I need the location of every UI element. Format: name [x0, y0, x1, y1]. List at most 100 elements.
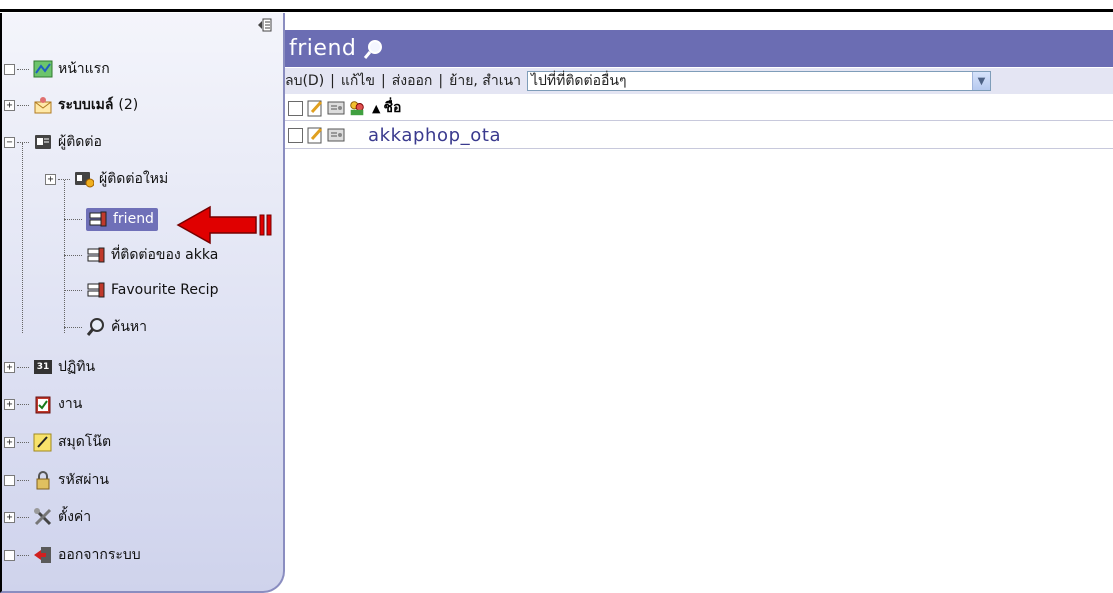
move-copy-link[interactable]: ย้าย, สำเนา [449, 70, 521, 92]
main-pane: friend ลบ(D) | แก้ไข | ส่งออก | ย้าย, สำ… [285, 30, 1113, 593]
toolbar: ลบ(D) | แก้ไข | ส่งออก | ย้าย, สำเนา ไปท… [285, 68, 1113, 94]
sidebar-item-label: สมุดโน๊ต [58, 434, 112, 450]
sidebar-item-mail[interactable]: + ระบบเมล์ (2) [4, 93, 138, 117]
sidebar-item-label: หน้าแรก [58, 61, 110, 77]
lock-icon [33, 470, 53, 490]
sidebar-item-label: ผู้ติดต่อ [58, 134, 102, 150]
page-title: friend [289, 36, 357, 61]
top-border [0, 0, 1113, 12]
home-map-icon [33, 59, 53, 79]
sidebar: หน้าแรก + ระบบเมล์ (2) − ผู้ติดต่อ + ผู้… [0, 13, 285, 593]
tree-line [22, 143, 23, 333]
sidebar-item-label: รหัสผ่าน [58, 472, 109, 488]
name-column-header[interactable]: ชื่อ [383, 97, 401, 119]
select-all-checkbox[interactable] [288, 100, 303, 116]
row-checkbox[interactable] [288, 127, 303, 143]
tasks-icon [33, 394, 53, 414]
address-book-icon [86, 245, 106, 265]
tree-connector [64, 254, 82, 256]
expand-icon[interactable]: + [4, 398, 15, 410]
notes-icon [33, 432, 53, 452]
sidebar-item-logout[interactable]: ออกจากระบบ [4, 543, 141, 567]
tree-connector [17, 516, 29, 518]
expand-icon[interactable]: + [4, 436, 15, 448]
table-header: ▲ ชื่อ [285, 96, 1113, 121]
address-book-icon [88, 209, 108, 229]
app-window: หน้าแรก + ระบบเมล์ (2) − ผู้ติดต่อ + ผู้… [0, 0, 1113, 593]
edit-link[interactable]: แก้ไข [341, 70, 375, 92]
sidebar-item-favourite[interactable]: Favourite Recip [64, 278, 218, 302]
tree-connector [17, 366, 29, 368]
table-row[interactable]: akkaphop_ota [285, 122, 1113, 149]
contacts-group-icon[interactable] [348, 99, 366, 117]
sidebar-item-password[interactable]: รหัสผ่าน [4, 468, 109, 492]
sidebar-item-label: ออกจากระบบ [58, 547, 141, 563]
sidebar-item-home[interactable]: หน้าแรก [4, 57, 110, 81]
tree-connector [17, 141, 29, 143]
collapse-pane-icon[interactable] [256, 17, 274, 35]
tree-connector [17, 68, 29, 70]
expand-icon[interactable]: + [45, 173, 56, 185]
tree-connector [64, 218, 82, 220]
separator: | [381, 73, 386, 89]
chevron-down-icon[interactable]: ▼ [971, 72, 990, 90]
folder-title-bar: friend [285, 30, 1113, 67]
tree-connector [58, 178, 70, 180]
sidebar-item-label: Favourite Recip [111, 282, 219, 298]
vcard-icon[interactable] [327, 99, 345, 117]
calendar-day: 31 [34, 360, 52, 374]
sidebar-item-akka-contacts[interactable]: ที่ติดต่อของ akka [64, 243, 218, 267]
export-link[interactable]: ส่งออก [392, 70, 433, 92]
search-icon[interactable] [362, 38, 384, 60]
tree-connector [64, 289, 82, 291]
new-contact-icon [74, 169, 94, 189]
sidebar-item-notes[interactable]: + สมุดโน๊ต [4, 430, 111, 454]
sidebar-item-label: ตั้งค่า [58, 509, 92, 525]
sidebar-item-label: งาน [58, 396, 83, 412]
vcard-icon[interactable] [327, 126, 345, 144]
address-book-icon [86, 280, 106, 300]
separator: | [330, 73, 335, 89]
sidebar-item-label: ผู้ติดต่อใหม่ [99, 171, 169, 187]
collapse-box [4, 549, 15, 561]
sidebar-item-new-contact[interactable]: + ผู้ติดต่อใหม่ [45, 167, 168, 191]
sidebar-item-label: friend [113, 210, 154, 227]
sidebar-item-calendar[interactable]: + 31 ปฏิทิน [4, 355, 95, 379]
expand-icon[interactable]: + [4, 99, 15, 111]
tree-connector [17, 479, 29, 481]
edit-icon[interactable] [306, 99, 324, 117]
edit-icon[interactable] [306, 126, 324, 144]
sidebar-item-friend[interactable]: friend [64, 207, 158, 231]
tree-connector [17, 403, 29, 405]
expand-icon[interactable]: + [4, 511, 15, 523]
contacts-icon [33, 132, 53, 152]
sidebar-item-label: ระบบเมล์ [58, 97, 114, 113]
tree-connector [17, 441, 29, 443]
tree-connector [17, 554, 29, 556]
selected-folder[interactable]: friend [86, 207, 158, 231]
mail-icon [33, 95, 53, 115]
select-value: ไปที่ที่ติดต่ออื่นๆ [530, 73, 627, 89]
tree-connector [64, 326, 82, 328]
red-arrow-annotation [176, 205, 272, 245]
sidebar-item-contacts[interactable]: − ผู้ติดต่อ [4, 130, 102, 154]
search-icon [86, 317, 106, 337]
expand-icon[interactable]: + [4, 361, 15, 373]
tree-connector [17, 104, 29, 106]
unread-count: (2) [118, 97, 139, 113]
contact-name-link[interactable]: akkaphop_ota [368, 125, 501, 146]
delete-link[interactable]: ลบ(D) [285, 70, 324, 92]
settings-tools-icon [33, 507, 53, 527]
separator: | [438, 73, 444, 89]
logout-icon [33, 545, 53, 565]
sort-ascending-icon[interactable]: ▲ [372, 102, 380, 115]
collapse-icon[interactable]: − [4, 136, 15, 148]
sidebar-item-label: ที่ติดต่อของ akka [111, 247, 219, 263]
collapse-box [4, 474, 15, 486]
sidebar-item-search[interactable]: ค้นหา [64, 315, 147, 339]
sidebar-item-tasks[interactable]: + งาน [4, 392, 82, 416]
collapse-box [4, 63, 15, 75]
sidebar-item-settings[interactable]: + ตั้งค่า [4, 505, 91, 529]
goto-contacts-select[interactable]: ไปที่ที่ติดต่ออื่นๆ ▼ [526, 71, 991, 91]
calendar-icon: 31 [33, 357, 53, 377]
